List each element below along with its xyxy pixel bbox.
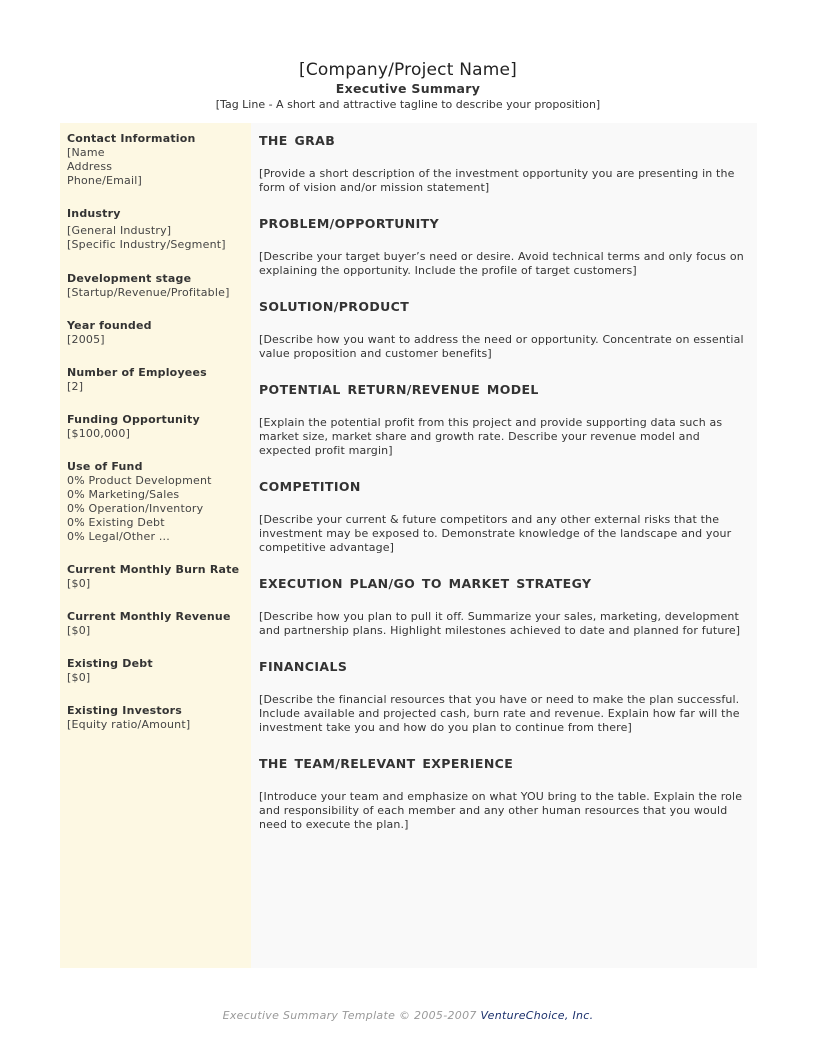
revenue-label: Current Monthly Revenue bbox=[67, 610, 231, 623]
section-body: [Describe how you want to address the ne… bbox=[259, 333, 744, 360]
section-competition: COMPETITION [Describe your current & fut… bbox=[259, 479, 749, 555]
section-body: [Provide a short description of the inve… bbox=[259, 167, 735, 194]
industry-label: Industry bbox=[67, 207, 121, 220]
number-of-employees: Number of Employees [2] bbox=[67, 366, 244, 394]
document-subtitle: Executive Summary bbox=[335, 81, 481, 96]
section-title: COMPETITION bbox=[259, 479, 361, 494]
burn-rate-label: Current Monthly Burn Rate bbox=[67, 563, 240, 576]
industry: Industry [General Industry] [Specific In… bbox=[67, 207, 244, 252]
revenue-value: [$0] bbox=[67, 624, 91, 637]
sidebar-key-facts: Contact Information [Name Address Phone/… bbox=[60, 123, 251, 968]
section-solution-product: SOLUTION/PRODUCT [Describe how you want … bbox=[259, 299, 749, 361]
contact-phone-email: Phone/Email] bbox=[67, 174, 142, 187]
existing-debt: Existing Debt [$0] bbox=[67, 657, 244, 685]
section-title: SOLUTION/PRODUCT bbox=[259, 299, 410, 314]
section-financials: FINANCIALS [Describe the financial resou… bbox=[259, 659, 749, 735]
use-of-fund: Use of Fund 0% Product Development 0% Ma… bbox=[67, 460, 244, 544]
footer: Executive Summary Template © 2005-2007 V… bbox=[0, 1009, 816, 1022]
use-of-fund-item: 0% Legal/Other ... bbox=[67, 530, 170, 543]
development-stage-value: [Startup/Revenue/Profitable] bbox=[67, 286, 230, 299]
funding-opportunity: Funding Opportunity [$100,000] bbox=[67, 413, 244, 441]
main-content: THE GRAB [Provide a short description of… bbox=[251, 123, 757, 968]
use-of-fund-item: 0% Existing Debt bbox=[67, 516, 165, 529]
year-founded-value: [2005] bbox=[67, 333, 105, 346]
year-founded: Year founded [2005] bbox=[67, 319, 244, 347]
company-name: [Company/Project Name] bbox=[299, 60, 517, 80]
section-title: THE TEAM/RELEVANT EXPERIENCE bbox=[259, 756, 514, 771]
use-of-fund-label: Use of Fund bbox=[67, 460, 143, 473]
section-problem-opportunity: PROBLEM/OPPORTUNITY [Describe your targe… bbox=[259, 216, 749, 278]
debt-value: [$0] bbox=[67, 671, 91, 684]
section-execution-plan: EXECUTION PLAN/GO TO MARKET STRATEGY [De… bbox=[259, 576, 749, 638]
debt-label: Existing Debt bbox=[67, 657, 153, 670]
use-of-fund-item: 0% Marketing/Sales bbox=[67, 488, 180, 501]
section-team: THE TEAM/RELEVANT EXPERIENCE [Introduce … bbox=[259, 756, 749, 832]
tagline: [Tag Line - A short and attractive tagli… bbox=[215, 98, 601, 111]
footer-brand-link[interactable]: VentureChoice, Inc. bbox=[481, 1009, 594, 1022]
section-body: [Describe your current & future competit… bbox=[259, 513, 732, 554]
section-title: POTENTIAL RETURN/REVENUE MODEL bbox=[259, 382, 539, 397]
employees-label: Number of Employees bbox=[67, 366, 207, 379]
section-title: EXECUTION PLAN/GO TO MARKET STRATEGY bbox=[259, 576, 592, 591]
funding-label: Funding Opportunity bbox=[67, 413, 200, 426]
document-header: [Company/Project Name] Executive Summary… bbox=[0, 59, 816, 112]
year-founded-label: Year founded bbox=[67, 319, 152, 332]
investors-label: Existing Investors bbox=[67, 704, 182, 717]
use-of-fund-item: 0% Product Development bbox=[67, 474, 212, 487]
existing-investors: Existing Investors [Equity ratio/Amount] bbox=[67, 704, 244, 732]
section-revenue-model: POTENTIAL RETURN/REVENUE MODEL [Explain … bbox=[259, 382, 749, 458]
section-body: [Introduce your team and emphasize on wh… bbox=[259, 790, 743, 831]
section-the-grab: THE GRAB [Provide a short description of… bbox=[259, 133, 749, 195]
section-body: [Describe the financial resources that y… bbox=[259, 693, 740, 734]
contact-address: Address bbox=[67, 160, 113, 173]
section-body: [Describe how you plan to pull it off. S… bbox=[259, 610, 741, 637]
use-of-fund-item: 0% Operation/Inventory bbox=[67, 502, 204, 515]
section-title: PROBLEM/OPPORTUNITY bbox=[259, 216, 440, 231]
section-body: [Describe your target buyer’s need or de… bbox=[259, 250, 744, 277]
burn-rate-value: [$0] bbox=[67, 577, 91, 590]
section-title: THE GRAB bbox=[259, 133, 336, 148]
general-industry: [General Industry] bbox=[67, 224, 172, 237]
specific-industry: [Specific Industry/Segment] bbox=[67, 238, 226, 251]
development-stage: Development stage [Startup/Revenue/Profi… bbox=[67, 272, 244, 300]
contact-name: [Name bbox=[67, 146, 105, 159]
footer-copyright: Executive Summary Template © 2005-2007 bbox=[222, 1009, 481, 1022]
funding-value: [$100,000] bbox=[67, 427, 131, 440]
contact-information: Contact Information [Name Address Phone/… bbox=[67, 132, 244, 188]
section-title: FINANCIALS bbox=[259, 659, 348, 674]
employees-value: [2] bbox=[67, 380, 84, 393]
contact-information-label: Contact Information bbox=[67, 132, 196, 145]
monthly-burn-rate: Current Monthly Burn Rate [$0] bbox=[67, 563, 244, 591]
investors-value: [Equity ratio/Amount] bbox=[67, 718, 191, 731]
monthly-revenue: Current Monthly Revenue [$0] bbox=[67, 610, 244, 638]
development-stage-label: Development stage bbox=[67, 272, 192, 285]
section-body: [Explain the potential profit from this … bbox=[259, 416, 723, 457]
